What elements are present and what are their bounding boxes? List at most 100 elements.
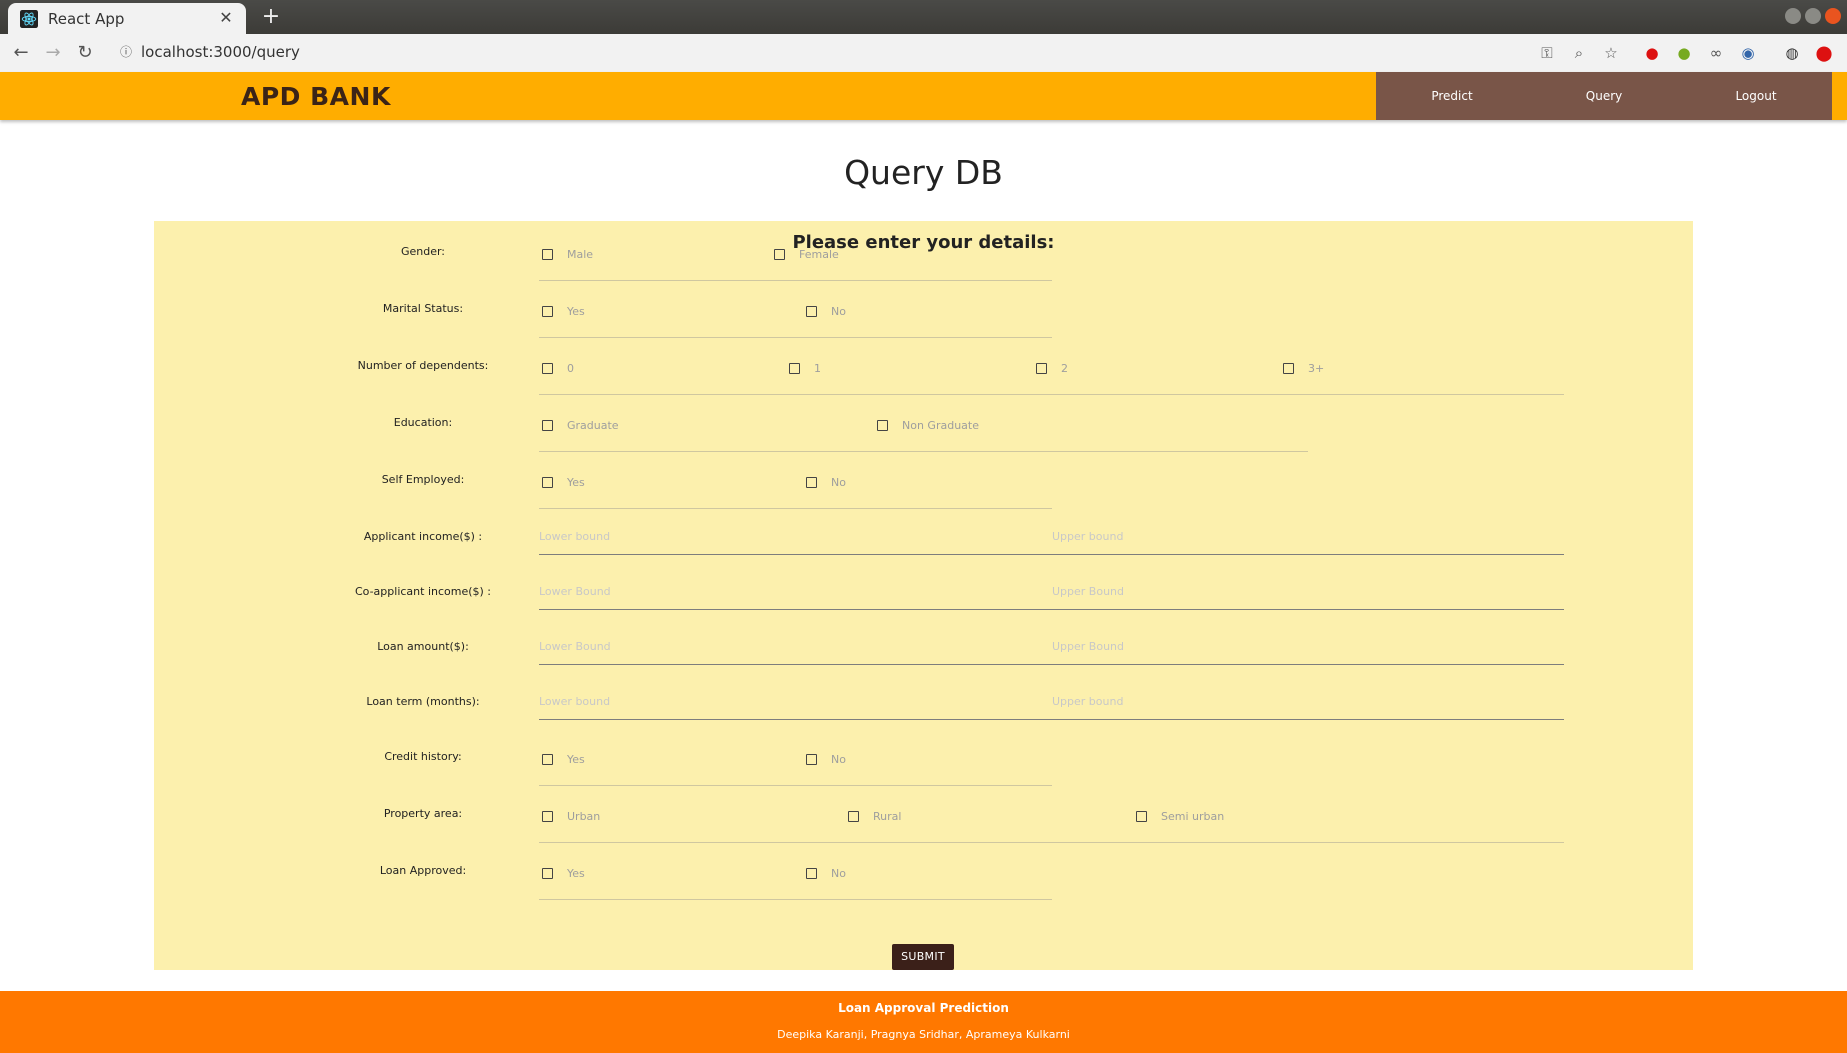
- marital-status-label: Marital Status:: [382, 302, 464, 315]
- loan-amount-upper-input[interactable]: Upper Bound: [1052, 639, 1124, 655]
- checkbox[interactable]: [877, 419, 888, 431]
- credit-history-label: Credit history:: [384, 750, 462, 763]
- checkbox[interactable]: [806, 867, 817, 879]
- input-underline: [539, 719, 1564, 720]
- query-form: Please enter your details: Gender: Male …: [154, 221, 1693, 970]
- checkbox[interactable]: [542, 305, 553, 317]
- loan-term-row: Loan term (months): Lower bound Upper bo…: [154, 679, 1693, 731]
- property-rural-option[interactable]: Rural: [848, 808, 901, 824]
- applicant-income-lower-input[interactable]: Lower bound: [539, 529, 610, 545]
- checkbox[interactable]: [1136, 810, 1147, 822]
- close-window-icon[interactable]: [1825, 8, 1841, 24]
- profile-avatar[interactable]: ◍: [1782, 43, 1802, 63]
- footer-authors: Deepika Karanji, Pragnya Sridhar, Aprame…: [777, 1028, 1070, 1041]
- checkbox[interactable]: [542, 419, 553, 431]
- loan-term-upper-input[interactable]: Upper bound: [1052, 694, 1123, 710]
- submit-button[interactable]: SUBMIT: [892, 944, 954, 970]
- loan-term-label: Loan term (months):: [366, 695, 480, 708]
- divider: [539, 451, 1308, 452]
- divider: [539, 280, 1052, 281]
- credit-history-no-option[interactable]: No: [806, 751, 846, 767]
- back-arrow-icon[interactable]: ←: [10, 42, 32, 64]
- browser-toolbar: ← → ↻ ⓘ localhost:3000/query ⚿ ⌕ ☆ ● ● ∞…: [0, 34, 1847, 73]
- bookmark-star-icon[interactable]: ☆: [1601, 43, 1621, 63]
- gender-row: Gender: Male Female: [154, 229, 1693, 281]
- applicant-income-label: Applicant income($) :: [363, 530, 483, 543]
- reload-icon[interactable]: ↻: [74, 42, 96, 64]
- checkbox[interactable]: [542, 362, 553, 374]
- property-semi-urban-option[interactable]: Semi urban: [1136, 808, 1224, 824]
- dependents-0-option[interactable]: 0: [542, 360, 574, 376]
- self-employed-yes-option[interactable]: Yes: [542, 474, 585, 490]
- extension-icon[interactable]: ∞: [1706, 43, 1726, 63]
- loan-approved-yes-option[interactable]: Yes: [542, 865, 585, 881]
- checkbox[interactable]: [774, 248, 785, 260]
- loan-approved-row: Loan Approved: Yes No: [154, 848, 1693, 900]
- site-header: APD BANK Predict Query Logout: [0, 72, 1847, 120]
- divider: [539, 337, 1052, 338]
- coapplicant-income-upper-input[interactable]: Upper Bound: [1052, 584, 1124, 600]
- applicant-income-upper-input[interactable]: Upper bound: [1052, 529, 1123, 545]
- self-employed-label: Self Employed:: [381, 473, 465, 486]
- checkbox[interactable]: [542, 248, 553, 260]
- checkbox[interactable]: [1036, 362, 1047, 374]
- loan-amount-label: Loan amount($):: [377, 640, 469, 653]
- dependents-3plus-option[interactable]: 3+: [1283, 360, 1324, 376]
- dependents-row: Number of dependents: 0 1 2 3+: [154, 343, 1693, 395]
- checkbox[interactable]: [542, 810, 553, 822]
- checkbox[interactable]: [848, 810, 859, 822]
- checkbox[interactable]: [789, 362, 800, 374]
- coapplicant-income-label: Co-applicant income($) :: [354, 585, 492, 598]
- checkbox[interactable]: [806, 753, 817, 765]
- extension-icon[interactable]: ●: [1674, 43, 1694, 63]
- divider: [539, 508, 1052, 509]
- marital-no-option[interactable]: No: [806, 303, 846, 319]
- close-tab-icon[interactable]: ✕: [216, 8, 236, 28]
- input-underline: [539, 609, 1564, 610]
- coapplicant-income-lower-input[interactable]: Lower Bound: [539, 584, 611, 600]
- gender-male-option[interactable]: Male: [542, 246, 593, 262]
- property-urban-option[interactable]: Urban: [542, 808, 600, 824]
- input-underline: [539, 664, 1564, 665]
- browser-tab[interactable]: React App ✕: [8, 3, 246, 34]
- forward-arrow-icon[interactable]: →: [42, 42, 64, 64]
- checkbox[interactable]: [806, 305, 817, 317]
- education-non-graduate-option[interactable]: Non Graduate: [877, 417, 979, 433]
- react-logo-icon: [20, 9, 38, 28]
- dependents-1-option[interactable]: 1: [789, 360, 821, 376]
- nav-predict[interactable]: Predict: [1376, 72, 1528, 120]
- checkbox[interactable]: [542, 867, 553, 879]
- gender-label: Gender:: [400, 245, 446, 258]
- update-icon[interactable]: ⬤: [1814, 43, 1834, 63]
- footer-title: Loan Approval Prediction: [838, 1001, 1009, 1015]
- nav-logout[interactable]: Logout: [1680, 72, 1832, 120]
- main-nav: Predict Query Logout: [1376, 72, 1832, 120]
- maximize-window-icon[interactable]: [1805, 8, 1821, 24]
- credit-history-yes-option[interactable]: Yes: [542, 751, 585, 767]
- loan-term-lower-input[interactable]: Lower bound: [539, 694, 610, 710]
- self-employed-no-option[interactable]: No: [806, 474, 846, 490]
- checkbox[interactable]: [1283, 362, 1294, 374]
- minimize-window-icon[interactable]: [1785, 8, 1801, 24]
- dependents-2-option[interactable]: 2: [1036, 360, 1068, 376]
- checkbox[interactable]: [542, 476, 553, 488]
- address-bar[interactable]: localhost:3000/query: [141, 43, 300, 61]
- education-graduate-option[interactable]: Graduate: [542, 417, 619, 433]
- browser-tab-strip: React App ✕ +: [0, 0, 1847, 34]
- marital-yes-option[interactable]: Yes: [542, 303, 585, 319]
- coapplicant-income-row: Co-applicant income($) : Lower Bound Upp…: [154, 569, 1693, 621]
- extension-adblock-icon[interactable]: ●: [1642, 43, 1662, 63]
- divider: [539, 842, 1564, 843]
- nav-query[interactable]: Query: [1528, 72, 1680, 120]
- checkbox[interactable]: [542, 753, 553, 765]
- gender-female-option[interactable]: Female: [774, 246, 839, 262]
- site-info-icon[interactable]: ⓘ: [118, 44, 134, 60]
- key-icon[interactable]: ⚿: [1537, 43, 1557, 63]
- zoom-icon[interactable]: ⌕: [1569, 43, 1589, 63]
- loan-approved-no-option[interactable]: No: [806, 865, 846, 881]
- new-tab-icon[interactable]: +: [259, 5, 283, 29]
- loan-amount-lower-input[interactable]: Lower Bound: [539, 639, 611, 655]
- checkbox[interactable]: [806, 476, 817, 488]
- brand-logo: APD BANK: [241, 82, 391, 111]
- extension-icon[interactable]: ◉: [1738, 43, 1758, 63]
